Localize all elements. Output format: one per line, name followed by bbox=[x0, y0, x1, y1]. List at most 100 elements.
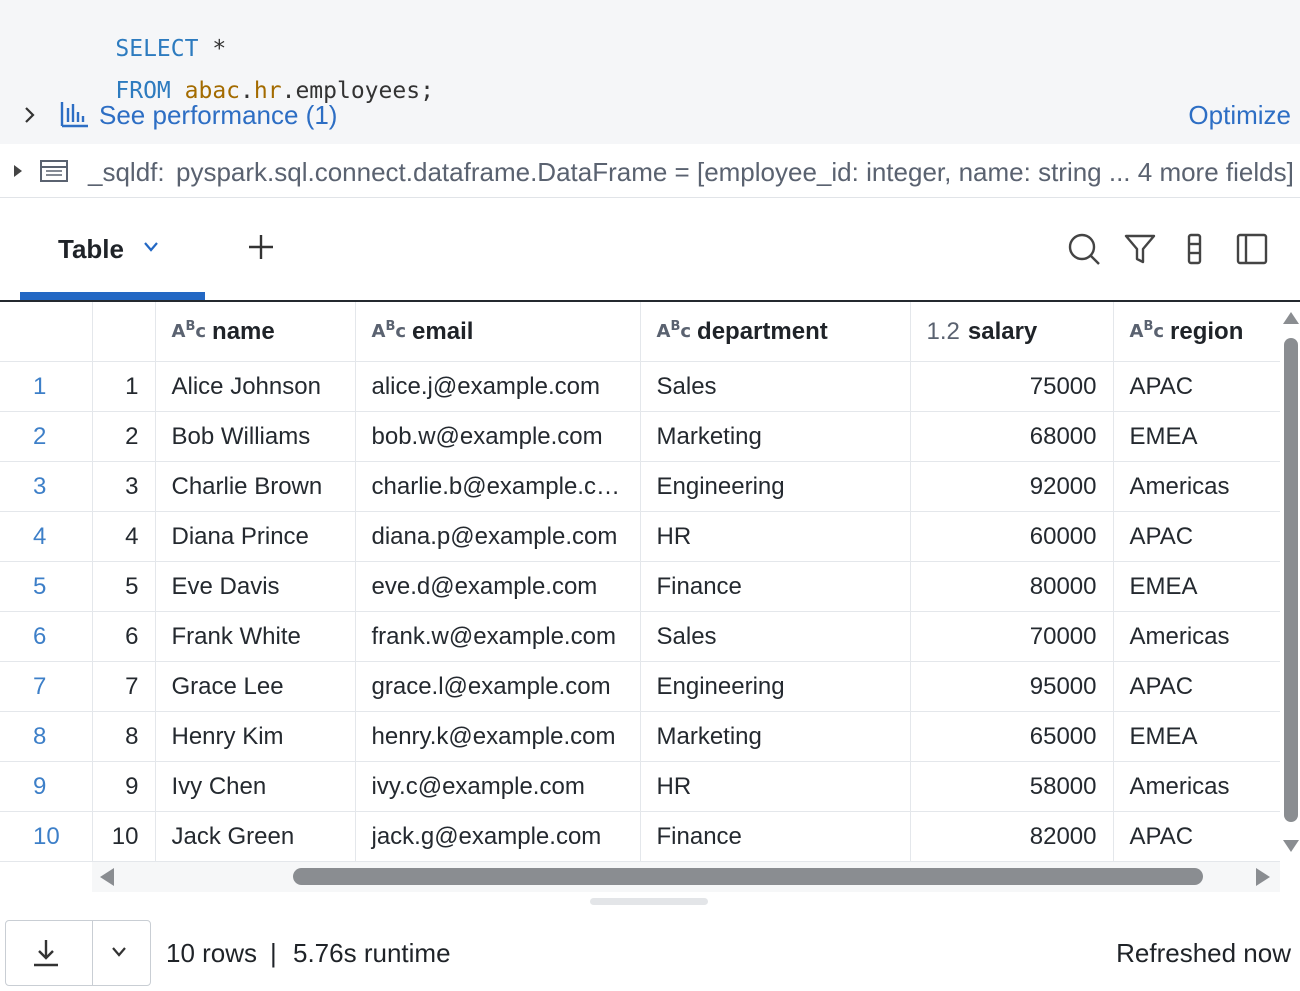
region-cell[interactable]: EMEA bbox=[1113, 411, 1280, 462]
name-cell[interactable]: Henry Kim bbox=[155, 711, 356, 762]
email-cell[interactable]: eve.d@example.com bbox=[355, 561, 641, 612]
dataframe-info-row: _sqldf: pyspark.sql.connect.dataframe.Da… bbox=[0, 145, 1300, 198]
salary-cell[interactable]: 80000 bbox=[910, 561, 1114, 612]
region-cell[interactable]: APAC bbox=[1113, 811, 1280, 862]
email-cell[interactable]: grace.l@example.com bbox=[355, 661, 641, 712]
column-header-email[interactable]: ABc email bbox=[355, 302, 641, 362]
resize-handle[interactable] bbox=[590, 898, 708, 905]
refreshed-status: Refreshed now bbox=[1116, 938, 1291, 968]
chevron-down-icon[interactable] bbox=[142, 240, 160, 254]
table-row: 8 8 Henry Kim henry.k@example.com Marketing 6… bbox=[0, 711, 1280, 762]
column-label: name bbox=[212, 317, 275, 345]
name-cell[interactable]: Charlie Brown bbox=[155, 461, 356, 512]
region-cell[interactable]: Americas bbox=[1113, 611, 1280, 662]
performance-row: See performance (1) Optimize bbox=[0, 98, 1300, 136]
department-cell[interactable]: HR bbox=[640, 761, 911, 812]
id-cell[interactable]: 8 bbox=[92, 711, 156, 762]
see-performance-link[interactable]: See performance (1) bbox=[99, 100, 337, 131]
row-index-cell: 5 bbox=[0, 561, 93, 612]
table-row: 6 6 Frank White frank.w@example.com Sales 700… bbox=[0, 611, 1280, 662]
id-cell[interactable]: 4 bbox=[92, 511, 156, 562]
name-cell[interactable]: Eve Davis bbox=[155, 561, 356, 612]
vertical-scroll-thumb[interactable] bbox=[1284, 338, 1298, 822]
email-cell[interactable]: charlie.b@example.co... bbox=[355, 461, 641, 512]
name-cell[interactable]: Alice Johnson bbox=[155, 361, 356, 412]
name-cell[interactable]: Bob Williams bbox=[155, 411, 356, 462]
email-cell[interactable]: ivy.c@example.com bbox=[355, 761, 641, 812]
salary-cell[interactable]: 70000 bbox=[910, 611, 1114, 662]
side-panel-icon[interactable] bbox=[1235, 232, 1269, 266]
region-cell[interactable]: EMEA bbox=[1113, 561, 1280, 612]
email-cell[interactable]: henry.k@example.com bbox=[355, 711, 641, 762]
caret-right-icon[interactable] bbox=[12, 163, 24, 179]
column-header-region[interactable]: ABc region bbox=[1113, 302, 1280, 362]
id-cell[interactable]: 9 bbox=[92, 761, 156, 812]
region-cell[interactable]: Americas bbox=[1113, 461, 1280, 512]
row-count: 10 rows bbox=[166, 938, 258, 968]
scroll-left-arrow-icon[interactable] bbox=[100, 868, 114, 886]
department-cell[interactable]: Engineering bbox=[640, 661, 911, 712]
name-cell[interactable]: Frank White bbox=[155, 611, 356, 662]
chevron-down-icon[interactable] bbox=[110, 945, 128, 959]
region-cell[interactable]: Americas bbox=[1113, 761, 1280, 812]
region-cell[interactable]: APAC bbox=[1113, 361, 1280, 412]
name-cell[interactable]: Jack Green bbox=[155, 811, 356, 862]
salary-cell[interactable]: 75000 bbox=[910, 361, 1114, 412]
salary-cell[interactable]: 82000 bbox=[910, 811, 1114, 862]
id-header[interactable] bbox=[92, 302, 156, 362]
department-cell[interactable]: Marketing bbox=[640, 411, 911, 462]
salary-cell[interactable]: 92000 bbox=[910, 461, 1114, 512]
name-cell[interactable]: Grace Lee bbox=[155, 661, 356, 712]
id-cell[interactable]: 6 bbox=[92, 611, 156, 662]
department-cell[interactable]: Marketing bbox=[640, 711, 911, 762]
email-cell[interactable]: frank.w@example.com bbox=[355, 611, 641, 662]
salary-cell[interactable]: 68000 bbox=[910, 411, 1114, 462]
department-cell[interactable]: Sales bbox=[640, 611, 911, 662]
id-cell[interactable]: 3 bbox=[92, 461, 156, 512]
id-cell[interactable]: 10 bbox=[92, 811, 156, 862]
optimize-button[interactable]: Optimize bbox=[1188, 100, 1291, 131]
region-cell[interactable]: APAC bbox=[1113, 661, 1280, 712]
department-cell[interactable]: HR bbox=[640, 511, 911, 562]
column-label: region bbox=[1170, 317, 1244, 345]
id-cell[interactable]: 2 bbox=[92, 411, 156, 462]
name-cell[interactable]: Diana Prince bbox=[155, 511, 356, 562]
sql-editor[interactable]: SELECT * FROM abac.hr.employees; See per… bbox=[0, 0, 1300, 144]
scroll-up-arrow-icon[interactable] bbox=[1283, 312, 1299, 324]
email-cell[interactable]: alice.j@example.com bbox=[355, 361, 641, 412]
download-icon[interactable] bbox=[30, 937, 62, 969]
region-cell[interactable]: APAC bbox=[1113, 511, 1280, 562]
search-icon[interactable] bbox=[1067, 232, 1101, 266]
salary-cell[interactable]: 95000 bbox=[910, 661, 1114, 712]
department-cell[interactable]: Sales bbox=[640, 361, 911, 412]
column-header-salary[interactable]: 1.2 salary bbox=[910, 302, 1114, 362]
table-row: 1 1 Alice Johnson alice.j@example.com Sales 7… bbox=[0, 361, 1280, 412]
email-cell[interactable]: jack.g@example.com bbox=[355, 811, 641, 862]
columns-icon[interactable] bbox=[1178, 232, 1212, 266]
scroll-down-arrow-icon[interactable] bbox=[1283, 840, 1299, 852]
email-cell[interactable]: bob.w@example.com bbox=[355, 411, 641, 462]
region-cell[interactable]: EMEA bbox=[1113, 711, 1280, 762]
results-table-container[interactable]: ABc name ABc email ABc department 1.2 salary… bbox=[0, 302, 1280, 862]
plus-icon[interactable] bbox=[246, 232, 276, 262]
filter-icon[interactable] bbox=[1123, 232, 1157, 266]
name-cell[interactable]: Ivy Chen bbox=[155, 761, 356, 812]
horizontal-scroll-thumb[interactable] bbox=[293, 868, 1203, 885]
column-header-name[interactable]: ABc name bbox=[155, 302, 356, 362]
scroll-right-arrow-icon[interactable] bbox=[1256, 868, 1270, 886]
salary-cell[interactable]: 65000 bbox=[910, 711, 1114, 762]
id-cell[interactable]: 1 bbox=[92, 361, 156, 412]
department-cell[interactable]: Finance bbox=[640, 811, 911, 862]
chevron-right-icon[interactable] bbox=[22, 104, 38, 126]
row-index-cell: 7 bbox=[0, 661, 93, 712]
tab-table-label: Table bbox=[58, 234, 124, 264]
email-cell[interactable]: diana.p@example.com bbox=[355, 511, 641, 562]
salary-cell[interactable]: 60000 bbox=[910, 511, 1114, 562]
salary-cell[interactable]: 58000 bbox=[910, 761, 1114, 812]
id-cell[interactable]: 5 bbox=[92, 561, 156, 612]
row-index-cell: 2 bbox=[0, 411, 93, 462]
department-cell[interactable]: Finance bbox=[640, 561, 911, 612]
column-header-department[interactable]: ABc department bbox=[640, 302, 911, 362]
department-cell[interactable]: Engineering bbox=[640, 461, 911, 512]
id-cell[interactable]: 7 bbox=[92, 661, 156, 712]
